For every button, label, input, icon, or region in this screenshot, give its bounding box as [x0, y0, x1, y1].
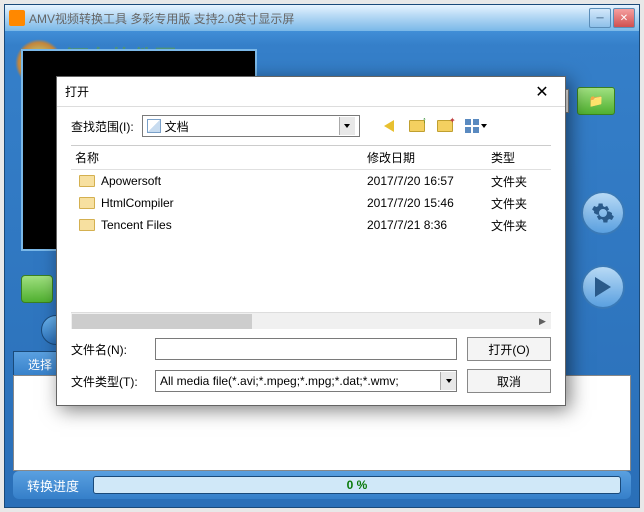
filetype-combo[interactable]: All media file(*.avi;*.mpeg;*.mpg;*.dat;…	[155, 370, 457, 392]
folder-open-icon: 📁	[589, 94, 604, 108]
folder-icon	[79, 175, 95, 187]
folder-new-icon	[437, 120, 453, 132]
views-menu-button[interactable]	[462, 116, 490, 136]
column-modified[interactable]: 修改日期	[367, 149, 491, 166]
folder-icon	[79, 219, 95, 231]
list-item[interactable]: Apowersoft 2017/7/20 16:57 文件夹	[71, 170, 551, 192]
row-type: 文件夹	[491, 173, 551, 190]
side-buttons	[581, 191, 625, 309]
progress-label: 转换进度	[13, 476, 93, 495]
row-name: Apowersoft	[101, 174, 161, 188]
folder-up-icon	[409, 120, 425, 132]
close-icon: ✕	[535, 82, 548, 102]
lookin-value: 文档	[165, 118, 189, 135]
lookin-label: 查找范围(I):	[71, 118, 134, 135]
convert-play-button[interactable]	[581, 265, 625, 309]
play-media-button[interactable]	[21, 275, 53, 303]
new-folder-button[interactable]	[434, 116, 456, 136]
file-list-header: 名称 修改日期 类型	[71, 146, 551, 170]
filename-label: 文件名(N):	[71, 341, 145, 358]
file-list: 名称 修改日期 类型 Apowersoft 2017/7/20 16:57 文件…	[71, 145, 551, 329]
dialog-title: 打开	[65, 83, 527, 100]
progress-track: 0 %	[93, 476, 621, 494]
window-controls: ─ ✕	[589, 8, 635, 28]
column-type[interactable]: 类型	[491, 149, 551, 166]
arrow-left-icon	[384, 120, 394, 132]
column-name[interactable]: 名称	[71, 149, 367, 166]
browse-input-button[interactable]: 📁	[577, 87, 615, 115]
folder-icon	[79, 197, 95, 209]
filetype-value: All media file(*.avi;*.mpeg;*.mpg;*.dat;…	[160, 374, 440, 388]
list-item[interactable]: Tencent Files 2017/7/21 8:36 文件夹	[71, 214, 551, 236]
open-file-dialog: 打开 ✕ 查找范围(I): 文档	[56, 76, 566, 406]
app-icon	[9, 10, 25, 26]
scroll-right-icon[interactable]: ▶	[534, 314, 551, 329]
file-rows: Apowersoft 2017/7/20 16:57 文件夹 HtmlCompi…	[71, 170, 551, 236]
row-type: 文件夹	[491, 195, 551, 212]
window-title: AMV视频转换工具 多彩专用版 支持2.0英寸显示屏	[29, 10, 589, 27]
row-date: 2017/7/20 16:57	[367, 174, 491, 188]
titlebar: AMV视频转换工具 多彩专用版 支持2.0英寸显示屏 ─ ✕	[5, 5, 639, 31]
documents-icon	[147, 119, 161, 133]
filetype-label: 文件类型(T):	[71, 373, 145, 390]
dialog-titlebar: 打开 ✕	[57, 77, 565, 107]
chevron-down-icon	[481, 124, 487, 128]
row-date: 2017/7/21 8:36	[367, 218, 491, 232]
nav-buttons	[378, 116, 490, 136]
scrollbar-thumb[interactable]	[72, 314, 252, 329]
play-icon	[595, 277, 611, 297]
close-button[interactable]: ✕	[613, 8, 635, 28]
progress-bar-row: 转换进度 0 %	[13, 471, 631, 499]
gear-icon	[591, 201, 615, 225]
lookin-combo[interactable]: 文档	[142, 115, 360, 137]
lookin-row: 查找范围(I): 文档	[57, 107, 565, 145]
progress-percent: 0 %	[347, 478, 368, 492]
chevron-down-icon[interactable]	[339, 117, 355, 135]
views-icon	[465, 119, 479, 133]
list-item[interactable]: HtmlCompiler 2017/7/20 15:46 文件夹	[71, 192, 551, 214]
back-button[interactable]	[378, 116, 400, 136]
filename-input[interactable]	[155, 338, 457, 360]
row-name: HtmlCompiler	[101, 196, 174, 210]
dialog-bottom: 文件名(N): 打开(O) 文件类型(T): All media file(*.…	[57, 329, 565, 405]
row-date: 2017/7/20 15:46	[367, 196, 491, 210]
up-one-level-button[interactable]	[406, 116, 428, 136]
dialog-close-button[interactable]: ✕	[527, 81, 557, 103]
chevron-down-icon[interactable]	[440, 372, 456, 390]
row-name: Tencent Files	[101, 218, 172, 232]
horizontal-scrollbar[interactable]: ▶	[71, 312, 551, 329]
minimize-button[interactable]: ─	[589, 8, 611, 28]
row-type: 文件夹	[491, 217, 551, 234]
open-button[interactable]: 打开(O)	[467, 337, 551, 361]
settings-button[interactable]	[581, 191, 625, 235]
cancel-button[interactable]: 取消	[467, 369, 551, 393]
